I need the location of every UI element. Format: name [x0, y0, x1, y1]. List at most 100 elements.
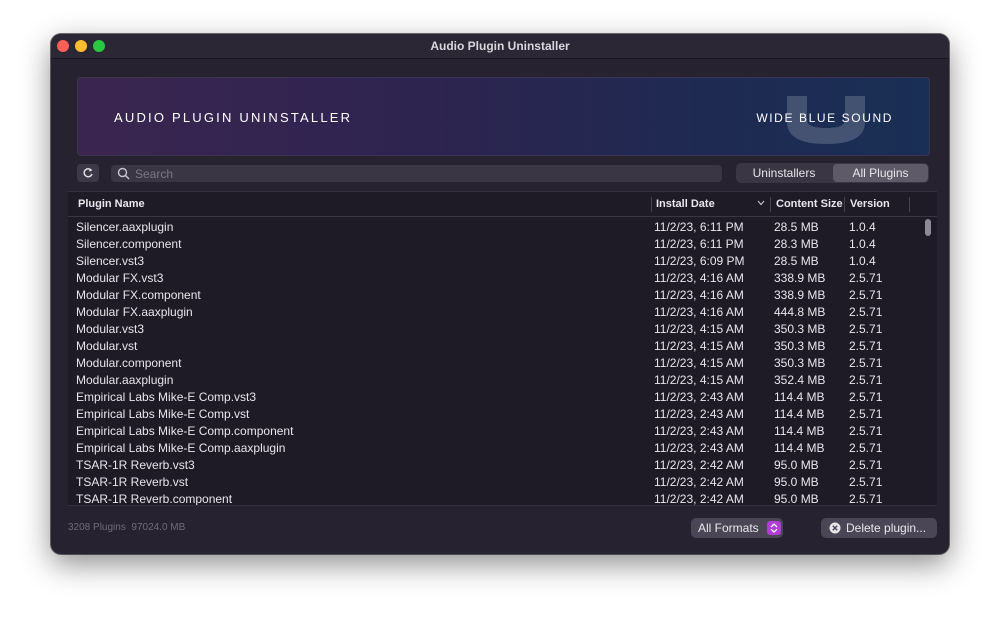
- content-size-cell: 114.4 MB: [774, 407, 825, 421]
- content-size-cell: 352.4 MB: [774, 373, 826, 387]
- search-field[interactable]: [111, 165, 722, 182]
- content-size-cell: 114.4 MB: [774, 441, 825, 455]
- install-date-cell: 11/2/23, 2:42 AM: [654, 492, 744, 505]
- content-size-cell: 350.3 MB: [774, 322, 826, 336]
- version-cell: 2.5.71: [849, 356, 883, 370]
- view-segmented-control: Uninstallers All Plugins: [736, 163, 929, 183]
- window-title: Audio Plugin Uninstaller: [430, 39, 570, 53]
- version-cell: 2.5.71: [849, 305, 883, 319]
- install-date-cell: 11/2/23, 2:42 AM: [654, 475, 744, 489]
- format-filter-label: All Formats: [698, 521, 759, 535]
- updown-chevron-icon: [767, 521, 781, 535]
- table-row[interactable]: TSAR-1R Reverb.vst 11/2/23, 2:42 AM 95.0 M…: [68, 473, 918, 490]
- content-size-cell: 350.3 MB: [774, 356, 826, 370]
- plugin-name-cell: Silencer.vst3: [76, 254, 145, 268]
- plugin-name-cell: Modular FX.vst3: [76, 271, 164, 285]
- table-row[interactable]: Silencer.component 11/2/23, 6:11 PM 28.3 M…: [68, 235, 918, 252]
- plugin-name-cell: Empirical Labs Mike-E Comp.vst3: [76, 390, 257, 404]
- version-cell: 2.5.71: [849, 424, 883, 438]
- plugin-name-cell: TSAR-1R Reverb.component: [76, 492, 233, 505]
- column-header-plugin-name[interactable]: Plugin Name: [78, 198, 145, 210]
- content-size-cell: 95.0 MB: [774, 475, 819, 489]
- column-header-content-size[interactable]: Content Size: [776, 198, 843, 210]
- content-size-cell: 28.5 MB: [774, 220, 819, 234]
- version-cell: 1.0.4: [849, 237, 876, 251]
- table-row[interactable]: Modular FX.vst3 11/2/23, 4:16 AM 338.9 MB 2…: [68, 269, 918, 286]
- vertical-scrollbar[interactable]: [925, 219, 931, 236]
- version-cell: 2.5.71: [849, 390, 883, 404]
- title-bar: Audio Plugin Uninstaller: [51, 34, 949, 59]
- table-row[interactable]: Modular.aaxplugin 11/2/23, 4:15 AM 352.4 M…: [68, 371, 918, 388]
- column-divider: [909, 197, 910, 212]
- content-size-cell: 95.0 MB: [774, 458, 819, 472]
- plugin-name-cell: Modular.component: [76, 356, 182, 370]
- version-cell: 1.0.4: [849, 220, 876, 234]
- install-date-cell: 11/2/23, 4:15 AM: [654, 322, 744, 336]
- table-row[interactable]: Modular FX.component 11/2/23, 4:16 AM 338.…: [68, 286, 918, 303]
- install-date-cell: 11/2/23, 4:16 AM: [654, 271, 744, 285]
- content-size-cell: 350.3 MB: [774, 339, 826, 353]
- table-row[interactable]: Modular.vst 11/2/23, 4:15 AM 350.3 MB 2.5.7…: [68, 337, 918, 354]
- table-row[interactable]: Empirical Labs Mike-E Comp.component 11/2…: [68, 422, 918, 439]
- column-divider: [844, 197, 845, 212]
- install-date-cell: 11/2/23, 6:11 PM: [654, 237, 744, 251]
- version-cell: 2.5.71: [849, 322, 883, 336]
- plugin-name-cell: TSAR-1R Reverb.vst: [76, 475, 189, 489]
- install-date-cell: 11/2/23, 6:09 PM: [654, 254, 745, 268]
- table-body: Silencer.aaxplugin 11/2/23, 6:11 PM 28.5 M…: [68, 218, 937, 505]
- install-date-cell: 11/2/23, 2:42 AM: [654, 458, 744, 472]
- install-date-cell: 11/2/23, 2:43 AM: [654, 424, 744, 438]
- delete-plugin-button[interactable]: Delete plugin...: [821, 518, 937, 538]
- status-summary: 3208 Plugins 97024.0 MB: [68, 522, 186, 533]
- version-cell: 2.5.71: [849, 339, 883, 353]
- search-icon: [117, 167, 130, 180]
- sort-chevron-down-icon: [757, 200, 765, 206]
- banner-title: AUDIO PLUGIN UNINSTALLER: [114, 110, 353, 125]
- column-divider: [770, 197, 771, 212]
- version-cell: 2.5.71: [849, 441, 883, 455]
- version-cell: 2.5.71: [849, 288, 883, 302]
- search-input[interactable]: [135, 165, 705, 182]
- install-date-cell: 11/2/23, 4:15 AM: [654, 356, 744, 370]
- table-row[interactable]: Modular.component 11/2/23, 4:15 AM 350.3 M…: [68, 354, 918, 371]
- table-row[interactable]: Modular FX.aaxplugin 11/2/23, 4:16 AM 444.…: [68, 303, 918, 320]
- table-row[interactable]: Empirical Labs Mike-E Comp.aaxplugin 11/2…: [68, 439, 918, 456]
- header-banner: AUDIO PLUGIN UNINSTALLER WIDE BLUE SOUND: [77, 77, 930, 156]
- content-size-cell: 28.5 MB: [774, 254, 819, 268]
- refresh-icon: [83, 168, 93, 178]
- table-row[interactable]: Silencer.aaxplugin 11/2/23, 6:11 PM 28.5 M…: [68, 218, 918, 235]
- tab-all-plugins[interactable]: All Plugins: [833, 164, 928, 182]
- table-row[interactable]: Empirical Labs Mike-E Comp.vst3 11/2/23, …: [68, 388, 918, 405]
- plugin-name-cell: Modular FX.component: [76, 288, 201, 302]
- content-size-cell: 114.4 MB: [774, 390, 825, 404]
- brand-name: WIDE BLUE SOUND: [756, 111, 893, 125]
- plugin-name-cell: Empirical Labs Mike-E Comp.vst: [76, 407, 250, 421]
- content-size-cell: 28.3 MB: [774, 237, 819, 251]
- content-size-cell: 444.8 MB: [774, 305, 826, 319]
- plugin-name-cell: Modular.vst3: [76, 322, 145, 336]
- close-circle-icon: [829, 522, 841, 534]
- table-row[interactable]: Silencer.vst3 11/2/23, 6:09 PM 28.5 MB 1.0.…: [68, 252, 918, 269]
- content-size-cell: 338.9 MB: [774, 271, 826, 285]
- version-cell: 1.0.4: [849, 254, 876, 268]
- format-filter-popup[interactable]: All Formats: [691, 518, 783, 538]
- version-cell: 2.5.71: [849, 458, 883, 472]
- install-date-cell: 11/2/23, 2:43 AM: [654, 441, 744, 455]
- plugin-name-cell: Silencer.aaxplugin: [76, 220, 174, 234]
- install-date-cell: 11/2/23, 4:16 AM: [654, 288, 744, 302]
- table-row[interactable]: Modular.vst3 11/2/23, 4:15 AM 350.3 MB 2.5.…: [68, 320, 918, 337]
- delete-plugin-label: Delete plugin...: [846, 521, 927, 535]
- table-row[interactable]: TSAR-1R Reverb.component 11/2/23, 2:42 AM…: [68, 490, 918, 505]
- install-date-cell: 11/2/23, 4:15 AM: [654, 339, 744, 353]
- tab-uninstallers[interactable]: Uninstallers: [737, 164, 831, 182]
- table-row[interactable]: Empirical Labs Mike-E Comp.vst 11/2/23, 2…: [68, 405, 918, 422]
- column-header-version[interactable]: Version: [850, 198, 890, 210]
- table-header: Plugin Name Install Date Content Size Ve…: [68, 192, 937, 217]
- refresh-button[interactable]: [77, 164, 99, 182]
- install-date-cell: 11/2/23, 6:11 PM: [654, 220, 744, 234]
- content-size-cell: 338.9 MB: [774, 288, 826, 302]
- column-header-install-date[interactable]: Install Date: [656, 198, 715, 210]
- table-row[interactable]: TSAR-1R Reverb.vst3 11/2/23, 2:42 AM 95.0 …: [68, 456, 918, 473]
- plugin-name-cell: Empirical Labs Mike-E Comp.aaxplugin: [76, 441, 286, 455]
- plugin-name-cell: Modular.vst: [76, 339, 138, 353]
